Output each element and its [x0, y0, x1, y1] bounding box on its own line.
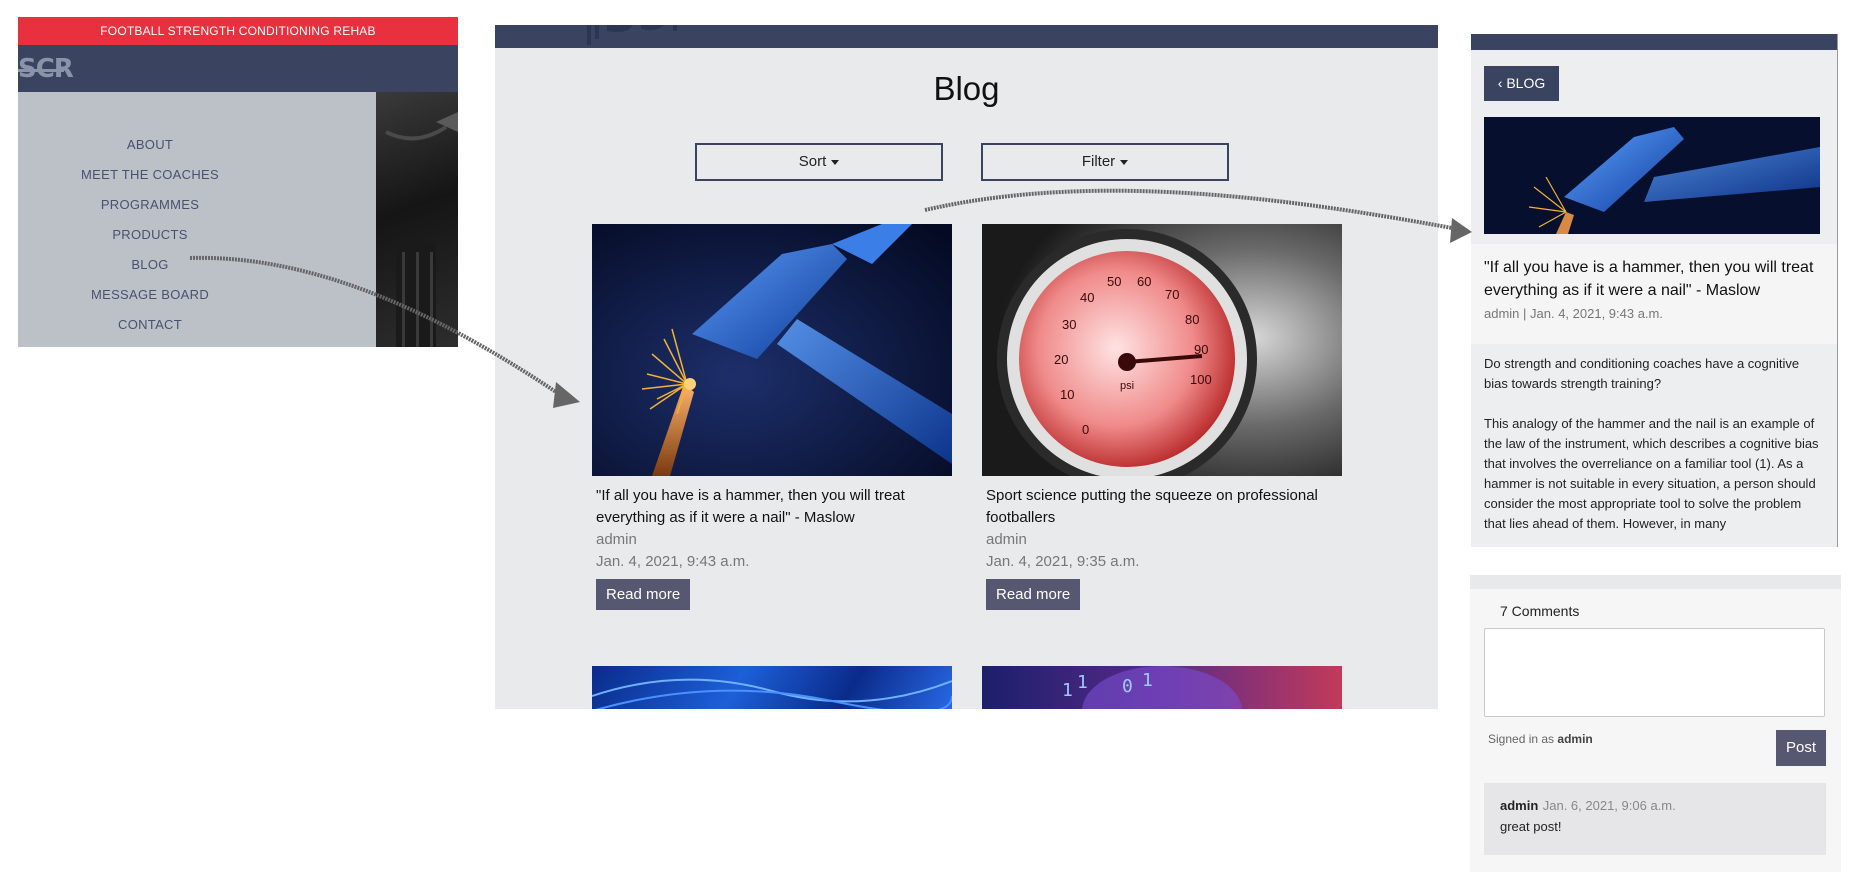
svg-text:40: 40 [1080, 290, 1094, 305]
signed-in-status: Signed in as admin [1488, 732, 1593, 746]
pressure-gauge-image[interactable]: 0 10 20 30 40 50 60 70 80 90 100 psi [982, 224, 1342, 476]
blog-detail-panel: ‹ BLOG "If all you have is a hammer, the… [1471, 34, 1838, 547]
post-title: "If all you have is a hammer, then you w… [1484, 259, 1814, 299]
svg-text:psi: psi [1120, 380, 1134, 392]
post-paragraph: Do strength and conditioning coaches hav… [1484, 356, 1800, 391]
nav-item-about[interactable]: ABOUT [18, 137, 282, 152]
comment-item: admin Jan. 6, 2021, 9:06 a.m. great post… [1484, 783, 1826, 855]
topbar-logo-fragment [587, 25, 697, 53]
mobile-nav-panel: FOOTBALL STRENGTH CONDITIONING REHAB SCR… [18, 17, 458, 347]
pressure-gauge-graphic: 01020 304050 607080 90100 psi [982, 224, 1342, 476]
blog-post-image[interactable] [592, 666, 952, 709]
blog-post-card[interactable]: 0 10 20 30 40 50 60 70 80 90 100 psi Sport scie… [982, 224, 1342, 610]
blog-topbar [495, 25, 1438, 48]
blog-post-card[interactable]: "If all you have is a hammer, then you w… [592, 224, 952, 610]
nav-item-programmes[interactable]: PROGRAMMES [18, 197, 282, 212]
post-author: admin [986, 531, 1027, 548]
blog-list-panel: Blog Sort Filter "If all you have is a h… [495, 25, 1438, 709]
svg-text:50: 50 [1107, 274, 1121, 289]
arrow-head-right [1450, 218, 1472, 243]
site-banner: FOOTBALL STRENGTH CONDITIONING REHAB [18, 17, 458, 45]
logo-fragment-icon [587, 25, 677, 45]
read-more-button[interactable]: Read more [596, 579, 691, 610]
back-label: BLOG [1506, 75, 1546, 91]
hero-photo [376, 92, 458, 347]
nav-menu: ABOUT MEET THE COACHES PROGRAMMES PRODUC… [18, 92, 376, 347]
filter-dropdown-button[interactable]: Filter [981, 143, 1229, 181]
post-meta: admin | Jan. 4, 2021, 9:43 a.m. [1484, 306, 1663, 321]
svg-text:20: 20 [1054, 352, 1068, 367]
nav-item-contact[interactable]: CONTACT [18, 317, 282, 332]
hero-photo-graphic [385, 112, 458, 347]
post-author: admin [596, 531, 637, 548]
sort-dropdown-button[interactable]: Sort [695, 143, 943, 181]
abstract-waves-graphic [592, 678, 952, 709]
post-comment-button[interactable]: Post [1776, 730, 1826, 766]
binary-globe-graphic: 1101 [1062, 666, 1242, 709]
svg-text:30: 30 [1062, 317, 1076, 332]
comment-author: admin [1500, 798, 1539, 813]
svg-text:1: 1 [1062, 680, 1073, 701]
chevron-left-icon: ‹ [1497, 75, 1503, 91]
nav-item-message-board[interactable]: MESSAGE BOARD [18, 287, 282, 302]
back-to-blog-button[interactable]: ‹ BLOG [1484, 66, 1559, 101]
svg-text:10: 10 [1060, 387, 1074, 402]
nav-item-meet-the-coaches[interactable]: MEET THE COACHES [18, 167, 282, 182]
sort-label: Sort [798, 153, 827, 170]
caret-down-icon [831, 159, 840, 165]
nav-header: SCR [18, 45, 458, 92]
nav-item-products[interactable]: PRODUCTS [18, 227, 282, 242]
svg-text:0: 0 [1122, 676, 1133, 697]
post-date: Jan. 4, 2021, 9:35 a.m. [986, 553, 1140, 570]
comment-date: Jan. 6, 2021, 9:06 a.m. [1542, 798, 1676, 813]
caret-down-icon [1120, 159, 1129, 165]
filter-label: Filter [1081, 153, 1116, 170]
svg-text:1: 1 [1077, 672, 1088, 693]
post-date: Jan. 4, 2021, 9:43 a.m. [596, 553, 750, 570]
post-title[interactable]: "If all you have is a hammer, then you w… [596, 485, 948, 529]
detail-topbar [1471, 34, 1837, 50]
page-title: Blog [933, 70, 1000, 107]
svg-text:60: 60 [1137, 274, 1151, 289]
comments-panel: 7 Comments Signed in as admin Post admin… [1470, 575, 1841, 872]
signed-in-prefix: Signed in as [1488, 732, 1555, 746]
hammer-nail-graphic [1484, 117, 1820, 234]
post-paragraph: This analogy of the hammer and the nail … [1484, 416, 1819, 531]
svg-text:100: 100 [1190, 372, 1212, 387]
comment-input[interactable] [1484, 628, 1825, 717]
comments-count: 7 Comments [1500, 603, 1580, 619]
comment-text: great post! [1500, 819, 1562, 834]
hammer-nail-graphic [592, 224, 952, 476]
post-title[interactable]: Sport science putting the squeeze on pro… [986, 485, 1338, 529]
hammer-nail-image[interactable] [592, 224, 952, 476]
svg-text:70: 70 [1165, 287, 1179, 302]
nav-item-blog[interactable]: BLOG [18, 257, 282, 272]
svg-text:80: 80 [1185, 312, 1199, 327]
post-hero-image [1484, 117, 1820, 234]
read-more-button[interactable]: Read more [986, 579, 1081, 610]
comments-top-strip [1470, 575, 1841, 589]
blog-post-image[interactable]: 1101 [982, 666, 1342, 709]
svg-text:1: 1 [1142, 670, 1153, 691]
svg-text:0: 0 [1082, 422, 1089, 437]
logo-strike-decoration [18, 69, 64, 72]
signed-in-user: admin [1557, 732, 1593, 746]
